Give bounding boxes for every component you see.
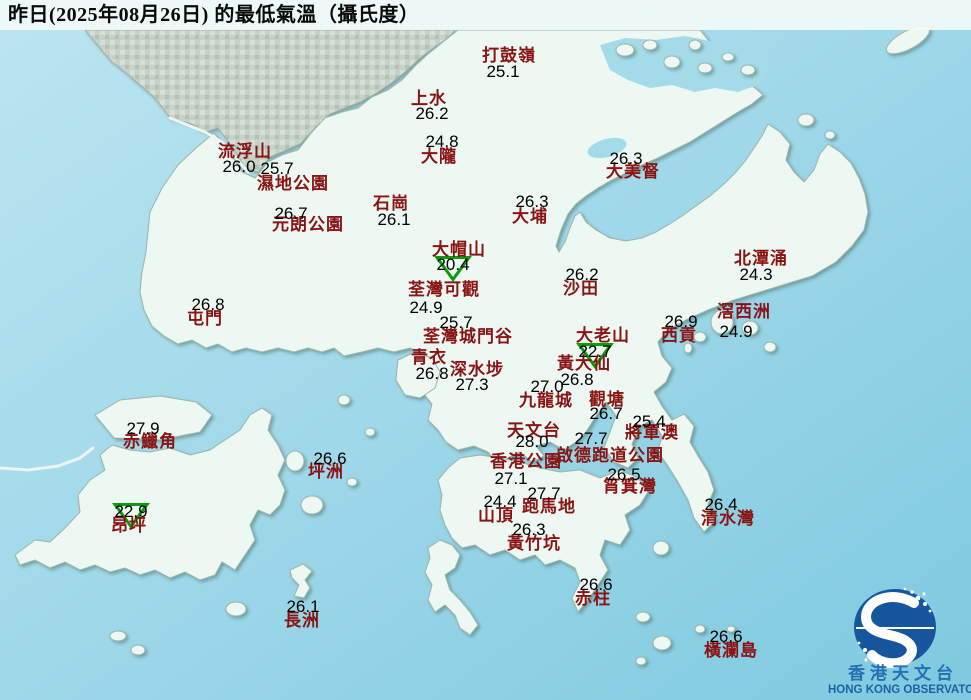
hong-kong-map [0,0,971,700]
station-value: 27.1 [494,469,528,488]
station-value: 26.3 [515,192,549,211]
station-value: 20.4 [436,255,470,274]
station-value: 24.9 [719,322,753,341]
station-value: 27.9 [126,419,160,438]
station-value: 26.4 [704,495,738,514]
station-value: 26.9 [664,312,698,331]
station-value: 27.7 [574,429,608,448]
station-label: 啟德跑道公園 [556,446,664,465]
hko-logo-name-english: HONG KONG OBSERVATORY [828,684,971,696]
station-value: 25.1 [486,62,520,81]
ma-wan-island [337,394,351,406]
station-value: 26.2 [415,104,449,123]
station-value: 22.7 [578,342,612,361]
station-value: 26.6 [313,449,347,468]
station-value: 26.7 [589,404,623,423]
station-value: 27.7 [527,484,561,503]
station-value: 22.9 [114,502,148,521]
station-value: 24.8 [425,132,459,151]
hko-logo-name-chinese: 香港天文台 [848,664,958,683]
station-value: 24.9 [409,298,443,317]
station-label: 香港公園 [490,452,562,471]
station-value: 24.3 [739,265,773,284]
station-value: 25.7 [260,159,294,178]
station-value: 26.1 [377,210,411,229]
station-value: 26.2 [565,265,599,284]
station-value: 27.3 [455,375,489,394]
station-value: 26.6 [579,575,613,594]
station-value: 27.0 [530,377,564,396]
station-value: 25.7 [439,313,473,332]
station-value: 25.4 [632,412,666,431]
station-value: 26.5 [607,465,641,484]
map-title: 昨日(2025年08月26日) 的最低氣溫（攝氏度） [8,4,420,26]
station-value: 26.1 [286,597,320,616]
station-value: 26.8 [560,370,594,389]
station-value: 26.0 [222,157,256,176]
station-value: 24.4 [483,492,517,511]
station-value: 26.3 [609,149,643,168]
station-value: 26.8 [415,364,449,383]
station-value: 26.6 [709,627,743,646]
station-value: 26.7 [274,204,308,223]
station-value: 26.8 [191,295,225,314]
weather-map-page: 昨日(2025年08月26日) 的最低氣溫（攝氏度） 25.1 打鼓嶺 26.2 上水… [0,0,971,700]
station-label: 滘西洲 [717,302,771,321]
station-label: 荃灣可觀 [408,280,480,299]
station-value: 28.0 [515,432,549,451]
station-value: 26.3 [512,520,546,539]
